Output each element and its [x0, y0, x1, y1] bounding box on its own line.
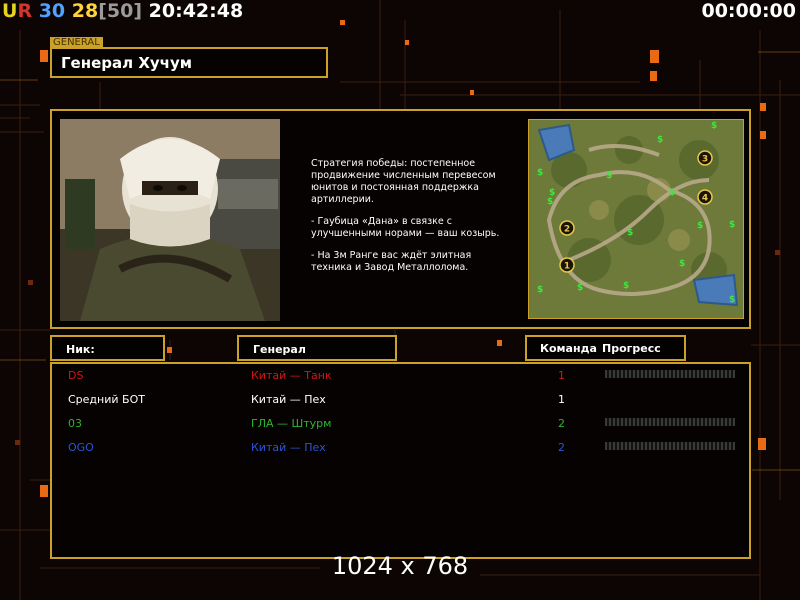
- strategy-text-line: Стратегия победы: постепенное продвижени…: [311, 158, 496, 205]
- player-progress-bar: [605, 442, 735, 450]
- nick-column-header[interactable]: Ник:: [50, 335, 165, 361]
- player-nick: OGO: [68, 441, 94, 454]
- dollar-icon: $: [537, 168, 543, 178]
- player-team: 1: [558, 393, 565, 406]
- svg-text:3: 3: [702, 155, 708, 165]
- start-position-marker[interactable]: 3: [697, 150, 713, 166]
- dollar-icon: $: [606, 171, 612, 181]
- general-column-header[interactable]: Генерал: [237, 335, 397, 361]
- team-header-label: Команда: [540, 342, 597, 355]
- dollar-icon: $: [729, 295, 735, 305]
- hud-bracket-value: [50]: [98, 0, 143, 22]
- dollar-icon: $: [547, 197, 553, 207]
- general-portrait-image: [60, 119, 280, 321]
- player-team: 2: [558, 417, 565, 430]
- dollar-icon: $: [623, 281, 629, 291]
- hud-timer: 00:00:00: [701, 0, 796, 22]
- hud-number-a: 30: [38, 0, 66, 22]
- table-row[interactable]: 03 ГЛА — Штурм 2: [52, 412, 749, 436]
- svg-text:4: 4: [702, 194, 708, 204]
- player-progress-bar: [605, 418, 735, 426]
- dollar-icon: $: [627, 228, 633, 238]
- player-general: ГЛА — Штурм: [251, 417, 332, 430]
- team-progress-header[interactable]: Команда Прогресс: [525, 335, 686, 361]
- dollar-icon: $: [697, 221, 703, 231]
- table-row[interactable]: DS Китай — Танк 1: [52, 364, 749, 388]
- general-info-panel: Стратегия победы: постепенное продвижени…: [50, 109, 751, 329]
- general-name-box: Генерал Хучум: [50, 47, 328, 78]
- resolution-label: 1024 x 768: [331, 552, 469, 580]
- start-position-marker[interactable]: 2: [559, 220, 575, 236]
- start-position-marker[interactable]: 4: [697, 189, 713, 205]
- dollar-icon: $: [679, 259, 685, 269]
- player-general: Китай — Танк: [251, 369, 332, 382]
- dollar-icon: $: [657, 135, 663, 145]
- hud-number-b: 28: [71, 0, 99, 22]
- dollar-icon: $: [729, 220, 735, 230]
- player-general: Китай — Пех: [251, 393, 326, 406]
- svg-text:1: 1: [564, 262, 570, 272]
- hud-label-ur: UR: [2, 0, 33, 22]
- dollar-icon: $: [711, 121, 717, 131]
- progress-header-label: Прогресс: [602, 342, 661, 355]
- hud-clock: 20:42:48: [148, 0, 244, 22]
- players-panel: DS Китай — Танк 1 Средний БОТ Китай — Пе…: [50, 362, 751, 559]
- dollar-icon: $: [577, 283, 583, 293]
- map-preview[interactable]: 1234 $ $ $ $ $ $ $ $ $ $ $ $ $ $ $: [528, 119, 744, 319]
- general-name: Генерал Хучум: [61, 54, 193, 72]
- player-team: 1: [558, 369, 565, 382]
- general-header-label: Генерал: [253, 343, 306, 356]
- dollar-icon: $: [669, 188, 675, 198]
- table-row[interactable]: OGO Китай — Пех 2: [52, 436, 749, 460]
- start-position-marker[interactable]: 1: [559, 257, 575, 273]
- player-team: 2: [558, 441, 565, 454]
- player-progress-bar: [605, 370, 735, 378]
- strategy-text-line: - Гаубица «Дана» в связке с улучшенными …: [311, 216, 500, 239]
- strategy-text-line: - На 3м Ранге вас ждёт элитная техника и…: [311, 250, 472, 273]
- player-general: Китай — Пех: [251, 441, 326, 454]
- dollar-icon: $: [537, 285, 543, 295]
- svg-text:2: 2: [564, 225, 570, 235]
- hud-stats: UR 30 28[50] 20:42:48: [2, 0, 243, 26]
- player-nick: DS: [68, 369, 84, 382]
- player-nick: Средний БОТ: [68, 393, 145, 406]
- player-nick: 03: [68, 417, 82, 430]
- general-tag: GENERAL: [50, 37, 103, 48]
- table-row[interactable]: Средний БОТ Китай — Пех 1: [52, 388, 749, 412]
- strategy-description: Стратегия победы: постепенное продвижени…: [311, 158, 511, 284]
- nick-header-label: Ник:: [66, 343, 95, 356]
